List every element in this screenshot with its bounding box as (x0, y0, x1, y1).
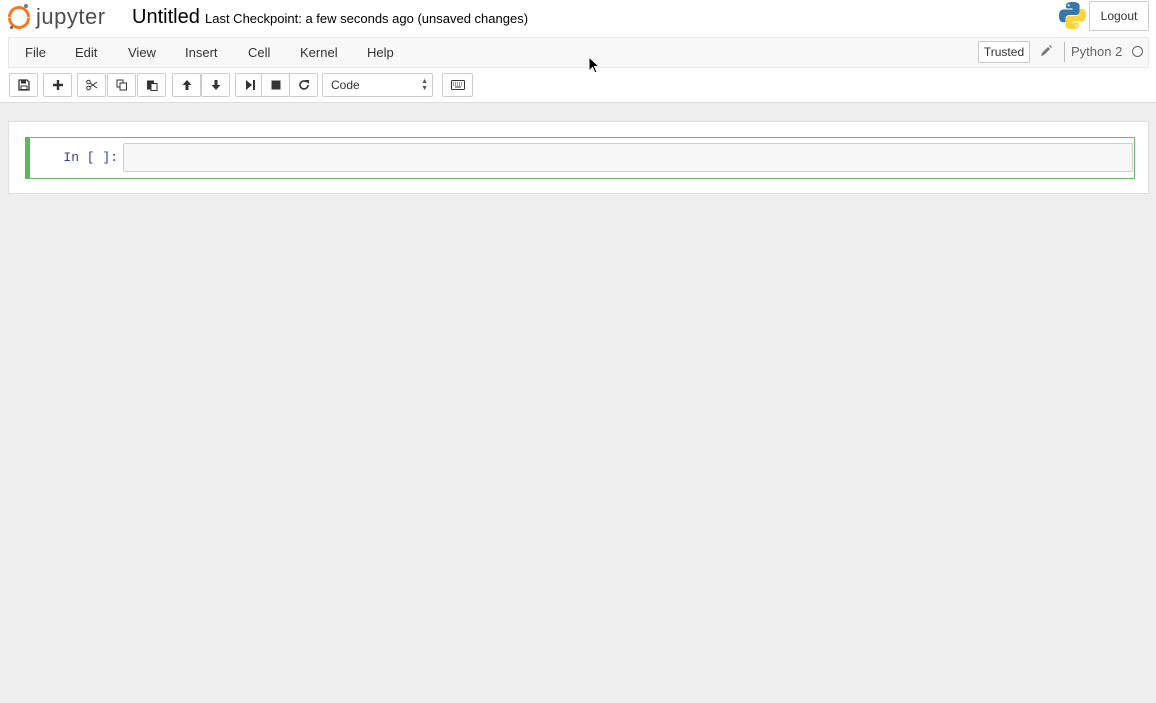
logout-button[interactable]: Logout (1089, 1, 1149, 31)
restart-icon (298, 80, 309, 90)
jupyter-logo-text: jupyter (36, 4, 106, 29)
menu-cell[interactable]: Cell (248, 45, 270, 60)
save-button[interactable] (9, 73, 38, 97)
jupyter-logo-icon (8, 4, 30, 30)
python-logo-icon (1058, 1, 1087, 30)
menu-view[interactable]: View (128, 45, 156, 60)
add-cell-icon (52, 80, 63, 90)
move-up-button[interactable] (172, 73, 201, 97)
select-arrows-icon: ▲ ▼ (421, 78, 428, 92)
command-palette-button[interactable] (442, 73, 473, 97)
cut-icon (85, 79, 97, 91)
menu-insert[interactable]: Insert (185, 45, 218, 60)
restart-button[interactable] (289, 73, 318, 97)
run-button[interactable] (235, 73, 264, 97)
trusted-button[interactable]: Trusted (978, 41, 1030, 63)
pencil-icon[interactable] (1039, 44, 1053, 58)
paste-button[interactable] (137, 73, 166, 97)
menu-help[interactable]: Help (367, 45, 394, 60)
move-down-icon (211, 80, 220, 90)
cell-type-select[interactable]: Code ▲ ▼ (322, 73, 433, 97)
move-up-icon (182, 80, 191, 90)
run-icon (245, 80, 255, 90)
save-icon (17, 79, 30, 91)
cut-button[interactable] (77, 73, 106, 97)
keyboard-icon (450, 80, 465, 90)
notebook-header: jupyter Untitled Last Checkpoint: a few … (0, 0, 1156, 103)
cell-type-value: Code (331, 78, 360, 92)
code-input[interactable] (123, 143, 1133, 172)
paste-icon (146, 80, 157, 91)
move-down-button[interactable] (201, 73, 230, 97)
kernel-idle-indicator-icon (1132, 46, 1143, 57)
copy-button[interactable] (107, 73, 136, 97)
notebook-container: In [ ]: (8, 121, 1149, 194)
stop-icon (271, 80, 280, 90)
checkpoint-status: Last Checkpoint: a few seconds ago (unsa… (205, 11, 529, 26)
menu-kernel[interactable]: Kernel (300, 45, 338, 60)
copy-icon (116, 79, 127, 91)
notebook-name[interactable]: Untitled (132, 6, 200, 29)
input-prompt: In [ ]: (63, 150, 118, 165)
jupyter-logo[interactable]: jupyter (8, 2, 106, 32)
menu-edit[interactable]: Edit (75, 45, 97, 60)
mouse-cursor-icon (588, 56, 600, 74)
stop-button[interactable] (261, 73, 290, 97)
kernel-name[interactable]: Python 2 (1071, 44, 1122, 59)
add-cell-button[interactable] (43, 73, 72, 97)
kernel-separator (1064, 42, 1065, 62)
menu-file[interactable]: File (25, 45, 46, 60)
code-cell[interactable]: In [ ]: (25, 137, 1135, 179)
